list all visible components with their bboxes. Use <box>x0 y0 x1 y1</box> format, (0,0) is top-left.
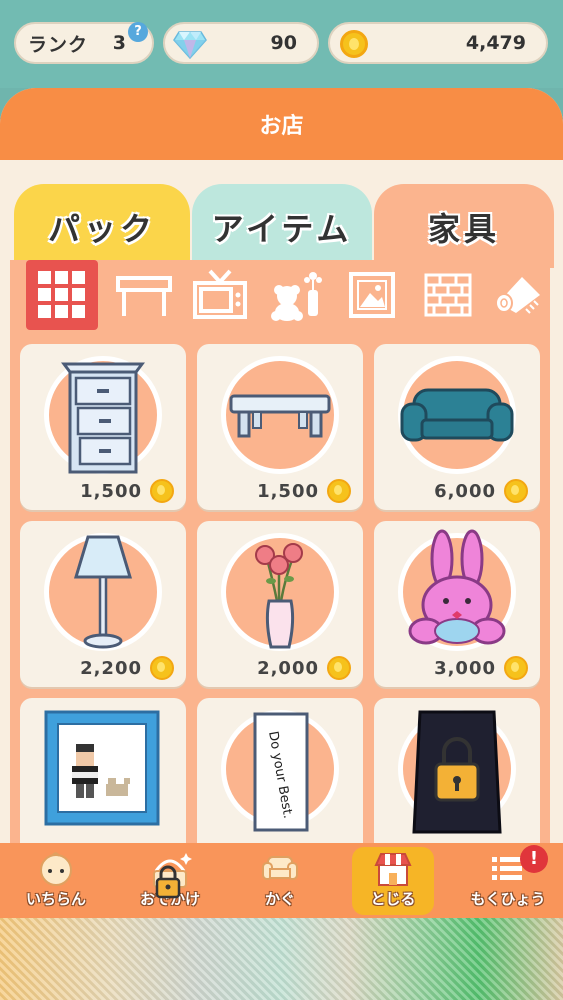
category-rugs[interactable] <box>482 260 554 330</box>
shop-tabs: パック アイテム 家具 <box>14 184 554 268</box>
tab-pack[interactable]: パック <box>14 184 190 268</box>
price-row: 2,000 <box>197 655 351 681</box>
help-icon[interactable]: ? <box>128 22 148 42</box>
banner-ad[interactable] <box>0 918 563 1000</box>
shop-item[interactable]: 6,000 <box>374 344 540 510</box>
table-icon <box>116 276 172 316</box>
item-price: 1,500 <box>257 480 319 502</box>
floor-lamp-icon <box>73 535 133 649</box>
pixel-portrait-icon <box>44 710 160 826</box>
picture-frame-icon <box>349 272 395 318</box>
nav-outing[interactable]: おでかけ <box>120 847 220 915</box>
coin-icon <box>504 656 528 680</box>
coin-icon <box>327 479 351 503</box>
bottom-nav: いちらん おでかけ かぐ とじる ! もくひょう <box>0 843 563 918</box>
tab-item-label: アイテム <box>211 210 353 248</box>
price-row: 1,500 <box>20 478 174 504</box>
shop-item[interactable]: 1,500 <box>20 344 186 510</box>
price-row: 2,200 <box>20 655 174 681</box>
bunny-plush-icon <box>408 529 506 645</box>
item-price: 2,000 <box>257 657 319 679</box>
category-all[interactable] <box>26 260 98 330</box>
grid-all-icon <box>38 271 85 318</box>
shop-title: お店 <box>0 88 563 160</box>
tab-furniture-label: 家具 <box>427 210 500 248</box>
diamond-icon <box>173 31 207 60</box>
coin-count: 4,479 <box>465 32 526 54</box>
nav-goals-label: もくひょう <box>470 890 546 908</box>
shop-panel: お店 パック アイテム 家具 1,500 1,500 6,000 2,200 2… <box>0 88 563 848</box>
coin-icon <box>150 479 174 503</box>
price-row: 3,000 <box>374 655 528 681</box>
shop-icon <box>374 853 412 886</box>
coin-icon <box>340 30 368 58</box>
rank-label: ランク <box>28 33 89 56</box>
price-row: 6,000 <box>374 478 528 504</box>
poster-icon: Do your Best. <box>253 712 309 832</box>
shop-item[interactable]: Do your Best. <box>197 698 363 848</box>
nav-list[interactable]: いちらん <box>6 847 106 915</box>
rank-display[interactable]: ランク 3 ? <box>14 22 154 64</box>
coin-icon <box>150 656 174 680</box>
price-row: 1,500 <box>197 478 351 504</box>
item-price: 6,000 <box>434 480 496 502</box>
face-icon <box>40 852 72 886</box>
gem-count: 90 <box>270 32 297 54</box>
drawer-chest-icon <box>61 362 145 474</box>
nav-furniture[interactable]: かぐ <box>230 847 330 915</box>
tv-icon <box>193 269 247 319</box>
shop-item[interactable]: 2,000 <box>197 521 363 687</box>
category-toys[interactable] <box>260 260 332 330</box>
furniture-content: 1,500 1,500 6,000 2,200 2,000 3,000 Do y… <box>10 260 550 848</box>
nav-close[interactable]: とじる <box>352 847 434 915</box>
nav-close-label: とじる <box>370 890 416 908</box>
category-table[interactable] <box>108 260 180 330</box>
status-bar: ランク 3 ? 90 4,479 <box>0 0 563 88</box>
category-bar <box>26 260 540 332</box>
tab-pack-label: パック <box>47 210 156 248</box>
category-walls[interactable] <box>412 260 484 330</box>
shop-item[interactable] <box>20 698 186 848</box>
sofa-icon <box>262 856 298 880</box>
toys-icon <box>271 272 322 321</box>
locked-cabinet-icon <box>412 710 502 834</box>
coin-icon <box>327 656 351 680</box>
item-price: 2,200 <box>80 657 142 679</box>
low-table-icon <box>229 394 331 438</box>
shop-item[interactable]: 2,200 <box>20 521 186 687</box>
gem-display[interactable]: 90 <box>163 22 319 64</box>
notification-badge: ! <box>520 845 548 873</box>
lock-icon <box>155 865 181 899</box>
rug-icon <box>495 277 540 314</box>
rank-value: 3 <box>112 32 126 54</box>
item-price: 3,000 <box>434 657 496 679</box>
shop-item[interactable]: 1,500 <box>197 344 363 510</box>
nav-furniture-label: かぐ <box>264 890 295 908</box>
item-price: 1,500 <box>80 480 142 502</box>
nav-goals[interactable]: ! もくひょう <box>458 845 558 915</box>
category-pictures[interactable] <box>336 260 408 330</box>
brick-wall-icon <box>424 273 472 317</box>
coin-icon <box>504 479 528 503</box>
coin-display[interactable]: 4,479 <box>328 22 548 64</box>
shop-item[interactable] <box>374 698 540 848</box>
tab-item[interactable]: アイテム <box>192 184 372 268</box>
flower-vase-icon <box>255 543 303 649</box>
shop-item[interactable]: 3,000 <box>374 521 540 687</box>
nav-list-label: いちらん <box>25 890 86 908</box>
sofa-icon <box>400 388 514 442</box>
category-tv[interactable] <box>184 260 256 330</box>
tab-furniture[interactable]: 家具 <box>374 184 554 268</box>
